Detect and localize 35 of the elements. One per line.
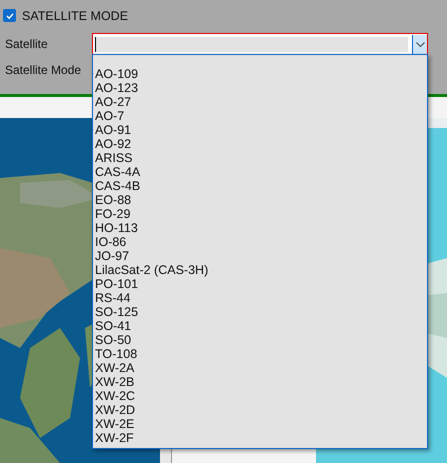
field-label: Satellite bbox=[4, 37, 49, 51]
list-option[interactable]: AO-7 bbox=[95, 109, 427, 123]
list-option[interactable]: XW-2B bbox=[95, 375, 427, 389]
list-option[interactable]: XW-2C bbox=[95, 389, 427, 403]
list-option[interactable]: AO-91 bbox=[95, 123, 427, 137]
list-option[interactable]: AO-92 bbox=[95, 137, 427, 151]
list-option[interactable]: AO-123 bbox=[95, 81, 427, 95]
list-option[interactable]: ARISS bbox=[95, 151, 427, 165]
list-option[interactable]: AO-27 bbox=[95, 95, 427, 109]
list-option[interactable]: XW-2E bbox=[95, 417, 427, 431]
list-option[interactable]: IO-86 bbox=[95, 235, 427, 249]
list-option[interactable]: CAS-4A bbox=[95, 165, 427, 179]
list-option[interactable]: XW-2A bbox=[95, 361, 427, 375]
list-option[interactable]: HO-113 bbox=[95, 221, 427, 235]
check-icon bbox=[4, 10, 14, 20]
checkbox-label: SATELLITE MODE bbox=[22, 8, 128, 22]
list-option[interactable]: PO-101 bbox=[95, 277, 427, 291]
list-option[interactable]: TO-108 bbox=[95, 347, 427, 361]
list-option[interactable]: XW-2F bbox=[95, 431, 427, 445]
checkbox[interactable] bbox=[3, 9, 16, 22]
list-option[interactable]: SO-50 bbox=[95, 333, 427, 347]
list-option[interactable]: XW-2D bbox=[95, 403, 427, 417]
list-option[interactable]: SO-41 bbox=[95, 319, 427, 333]
list-option[interactable]: LilacSat-2 (CAS-3H) bbox=[95, 263, 427, 277]
list-option[interactable]: EO-88 bbox=[95, 193, 427, 207]
list-option[interactable]: CAS-4B bbox=[95, 179, 427, 193]
field-label: Satellite Mode bbox=[4, 63, 82, 77]
chevron-icon bbox=[416, 42, 424, 46]
satellite-dropdown[interactable] bbox=[92, 32, 428, 56]
list-option[interactable]: FO-29 bbox=[95, 207, 427, 221]
list-option[interactable]: JO-97 bbox=[95, 249, 427, 263]
list-option[interactable]: RS-44 bbox=[95, 291, 427, 305]
dropdown-button[interactable] bbox=[412, 34, 427, 54]
list-option[interactable]: SO-125 bbox=[95, 305, 427, 319]
list-option[interactable]: AO-109 bbox=[95, 67, 427, 81]
